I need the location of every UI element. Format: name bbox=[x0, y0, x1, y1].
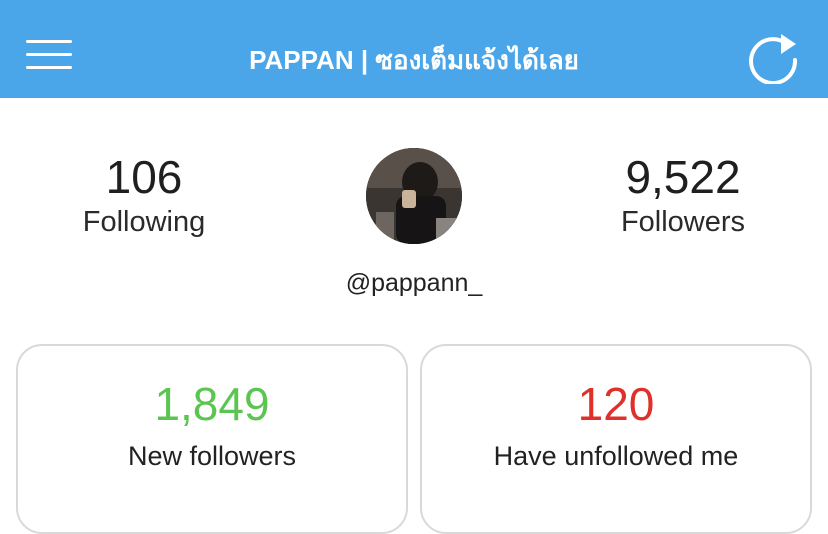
unfollowed-count: 120 bbox=[577, 378, 655, 430]
menu-icon-bar bbox=[26, 40, 72, 43]
new-followers-card[interactable]: 1,849 New followers bbox=[16, 344, 408, 534]
following-count: 106 bbox=[105, 151, 183, 203]
unfollowed-label: Have unfollowed me bbox=[493, 441, 739, 471]
followers-stat[interactable]: 9,522 Followers bbox=[583, 150, 783, 240]
new-followers-label: New followers bbox=[127, 441, 297, 471]
new-followers-count: 1,849 bbox=[154, 378, 270, 430]
unfollowed-card[interactable]: 120 Have unfollowed me bbox=[420, 344, 812, 534]
followers-count: 9,522 bbox=[625, 151, 741, 203]
username: @pappann_ bbox=[345, 269, 483, 297]
avatar-photo bbox=[366, 148, 462, 244]
following-label: Following bbox=[82, 206, 206, 238]
following-stat[interactable]: 106 Following bbox=[44, 150, 244, 240]
menu-button[interactable] bbox=[22, 37, 76, 73]
followers-label: Followers bbox=[620, 206, 746, 238]
menu-icon-bar bbox=[26, 53, 72, 56]
menu-icon-bar bbox=[26, 66, 72, 69]
page-title: PAPPAN | ซองเต็มแจ้งได้เลย bbox=[249, 45, 579, 75]
avatar[interactable] bbox=[366, 148, 462, 244]
refresh-button[interactable] bbox=[748, 28, 802, 86]
refresh-icon bbox=[749, 34, 798, 86]
app-header: PAPPAN | ซองเต็มแจ้งได้เลย bbox=[0, 0, 828, 98]
